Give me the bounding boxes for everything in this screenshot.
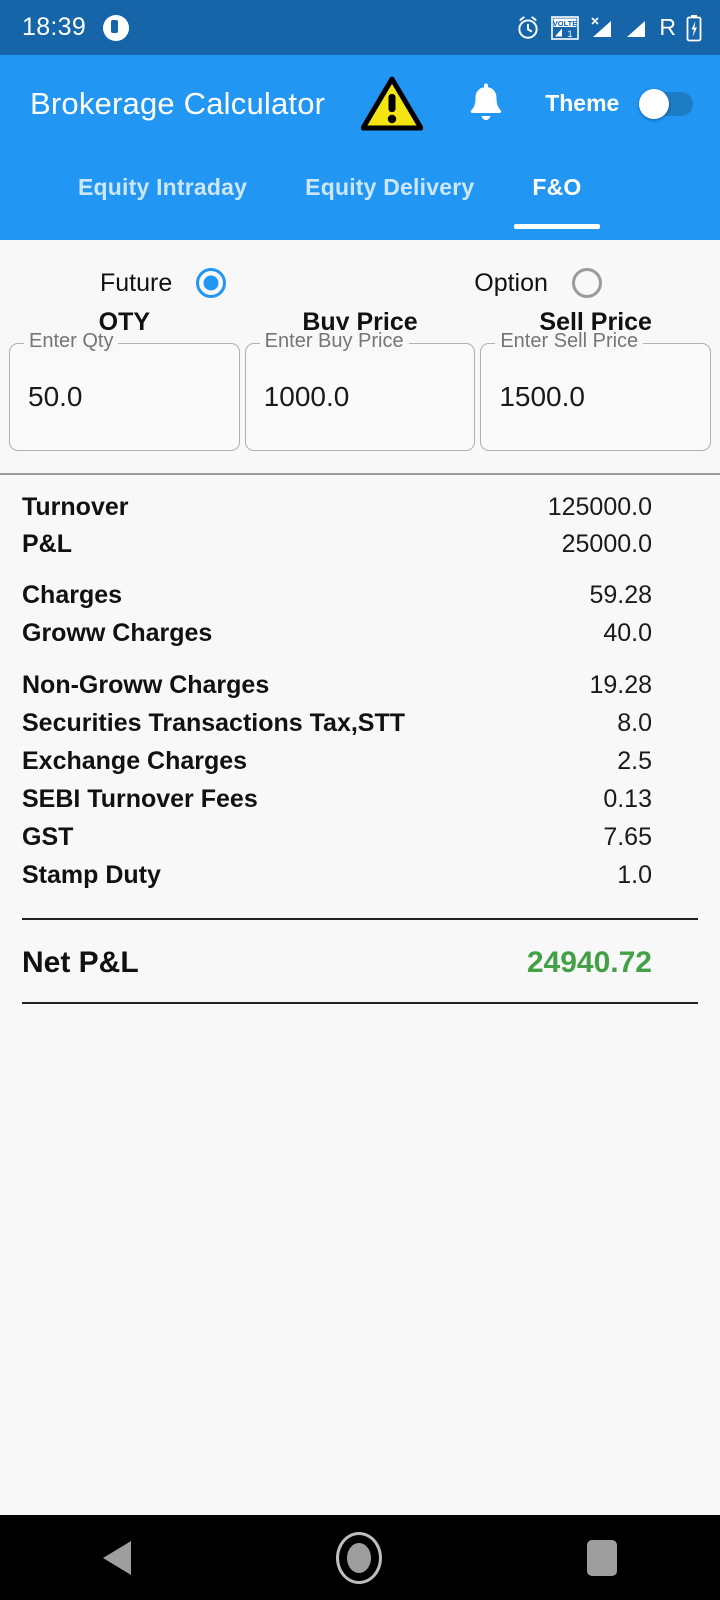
radio-button-option[interactable] — [571, 268, 602, 298]
status-bar-clock: 18:39 — [22, 13, 87, 41]
summary-label: Groww Charges — [22, 618, 213, 647]
alarm-icon — [518, 15, 539, 39]
qty-input[interactable]: Enter Qty 50.0 — [9, 330, 240, 451]
field-sell-price: Sell Price Enter Sell Price 1500.0 — [480, 308, 712, 451]
signal-no-service-icon — [591, 16, 612, 37]
recents-icon[interactable] — [587, 1539, 618, 1576]
home-icon-inner — [346, 1542, 371, 1573]
summary-label: Exchange Charges — [22, 746, 248, 775]
summary-value: 19.28 — [589, 670, 652, 699]
field-buy-price: Buy Price Enter Buy Price 1000.0 — [244, 308, 476, 451]
summary-value: 7.65 — [603, 822, 652, 851]
main-content: Future Option QTY Enter Qty 50.0 Buy Pri… — [0, 240, 720, 1004]
radio-label-option: Option — [474, 268, 548, 297]
battery-charging-icon — [686, 14, 702, 41]
summary-row-pnl: P&L 25000.0 — [22, 530, 698, 559]
net-pnl-label: Net P&L — [22, 945, 139, 979]
summary-value: 59.28 — [589, 580, 652, 609]
field-qty: QTY Enter Qty 50.0 — [9, 308, 240, 451]
theme-label: Theme — [545, 90, 620, 116]
summary-label: P&L — [22, 529, 72, 558]
signal-icon — [627, 20, 646, 37]
svg-text:VOLTE: VOLTE — [553, 19, 577, 28]
radio-option-option[interactable]: Option — [474, 268, 602, 298]
net-pnl-bottom-divider — [22, 1001, 698, 1004]
summary-value: 25000.0 — [561, 529, 652, 558]
tab-equity-intraday[interactable]: Equity Intraday — [78, 152, 247, 201]
radio-option-future[interactable]: Future — [100, 268, 227, 298]
tab-bar: Equity Intraday Equity Delivery F&O — [0, 152, 720, 240]
summary-group-totals: Turnover 125000.0 P&L 25000.0 — [22, 493, 698, 559]
summary-group-charges: Charges 59.28 Groww Charges 40.0 — [22, 581, 698, 648]
app-notification-icon — [103, 14, 130, 41]
app-bar: Brokerage Calculator Theme Equity Intrad… — [0, 55, 720, 240]
home-icon[interactable] — [335, 1531, 382, 1584]
radio-button-future[interactable] — [196, 268, 227, 298]
radio-label-future: Future — [100, 268, 173, 297]
summary-label: Charges — [22, 580, 123, 609]
summary-row-charges: Charges 59.28 — [22, 581, 698, 610]
summary-value: 40.0 — [603, 618, 652, 647]
summary-section: Turnover 125000.0 P&L 25000.0 Charges 59… — [0, 475, 720, 1004]
buy-price-input-label: Enter Buy Price — [259, 330, 409, 353]
summary-value: 125000.0 — [547, 492, 652, 521]
warning-triangle-icon[interactable] — [361, 76, 424, 132]
phone-screen: 18:39 VOLTE 1 R Brokerage Calculator The… — [0, 0, 720, 1600]
app-bar-top-row: Brokerage Calculator Theme — [0, 55, 720, 152]
summary-label: Securities Transactions Tax,STT — [22, 708, 406, 737]
summary-row-gst: GST 7.65 — [22, 823, 698, 852]
summary-value: 0.13 — [603, 784, 652, 813]
svg-text:1: 1 — [568, 29, 573, 39]
system-navigation-bar — [0, 1515, 720, 1600]
qty-input-label: Enter Qty — [24, 330, 119, 353]
summary-label: Stamp Duty — [22, 860, 161, 889]
summary-value: 2.5 — [617, 746, 652, 775]
summary-row-turnover: Turnover 125000.0 — [22, 493, 698, 522]
summary-row-groww-charges: Groww Charges 40.0 — [22, 619, 698, 648]
net-pnl-value: 24940.72 — [526, 945, 652, 979]
page-title: Brokerage Calculator — [30, 85, 326, 121]
theme-toggle-knob — [639, 88, 670, 119]
buy-price-input[interactable]: Enter Buy Price 1000.0 — [244, 330, 476, 451]
summary-row-stt: Securities Transactions Tax,STT 8.0 — [22, 709, 698, 738]
sell-price-input[interactable]: Enter Sell Price 1500.0 — [480, 330, 712, 451]
bell-icon[interactable] — [467, 83, 505, 125]
summary-value: 1.0 — [617, 860, 652, 889]
sell-price-input-value: 1500.0 — [499, 381, 585, 412]
sell-price-input-label: Enter Sell Price — [495, 330, 644, 353]
summary-label: SEBI Turnover Fees — [22, 784, 258, 813]
summary-row-non-groww-charges: Non-Groww Charges 19.28 — [22, 671, 698, 700]
status-bar-icons: VOLTE 1 R — [515, 14, 702, 42]
summary-row-exchange-charges: Exchange Charges 2.5 — [22, 747, 698, 776]
tab-equity-delivery[interactable]: Equity Delivery — [305, 152, 474, 201]
summary-row-stamp-duty: Stamp Duty 1.0 — [22, 861, 698, 890]
input-fields-row: QTY Enter Qty 50.0 Buy Price Enter Buy P… — [0, 308, 720, 451]
contract-type-radio-group: Future Option — [0, 240, 720, 308]
summary-label: Non-Groww Charges — [22, 670, 270, 699]
volte-icon: VOLTE 1 — [551, 15, 580, 40]
net-pnl-row: Net P&L 24940.72 — [22, 920, 698, 1002]
back-icon[interactable] — [102, 1540, 131, 1575]
tab-fno[interactable]: F&O — [514, 152, 600, 229]
summary-group-breakdown: Non-Groww Charges 19.28 Securities Trans… — [22, 671, 698, 890]
summary-value: 8.0 — [617, 708, 652, 737]
summary-row-sebi-turnover-fees: SEBI Turnover Fees 0.13 — [22, 785, 698, 814]
theme-toggle-switch[interactable] — [639, 88, 694, 119]
summary-label: Turnover — [22, 492, 129, 521]
status-bar: 18:39 VOLTE 1 R — [0, 0, 720, 55]
summary-label: GST — [22, 822, 74, 851]
roaming-icon: R — [659, 14, 676, 40]
buy-price-input-value: 1000.0 — [263, 381, 350, 412]
qty-input-value: 50.0 — [28, 381, 83, 412]
